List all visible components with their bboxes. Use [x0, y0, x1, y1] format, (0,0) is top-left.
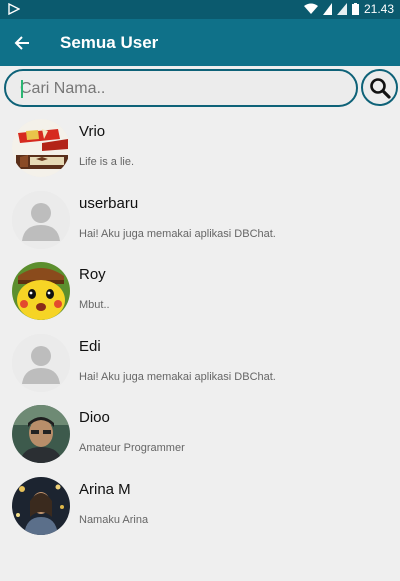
avatar: [12, 333, 70, 392]
avatar: [12, 119, 70, 177]
user-status: Mbut..: [79, 299, 110, 311]
status-time: 21.43: [363, 2, 394, 16]
sparkle-portrait-photo: [12, 476, 70, 535]
cell-signal-icon: [336, 3, 347, 15]
user-list: Vrio Life is a lie. userbaru Hai! Aku ju…: [0, 112, 400, 541]
wifi-icon: [303, 3, 318, 14]
avatar: [12, 190, 70, 249]
list-item[interactable]: Dioo Amateur Programmer: [0, 398, 400, 470]
user-status: Hai! Aku juga memakai aplikasi DBChat.: [79, 370, 276, 383]
user-name: Arina M: [79, 480, 131, 498]
chocolate-bar-photo: [12, 119, 70, 177]
arrow-left-icon: [14, 36, 29, 50]
list-item[interactable]: Edi Hai! Aku juga memakai aplikasi DBCha…: [0, 327, 400, 399]
person-portrait-photo: [12, 405, 70, 463]
list-item[interactable]: userbaru Hai! Aku juga memakai aplikasi …: [0, 184, 400, 256]
user-name: Dioo: [79, 409, 110, 426]
back-button[interactable]: [10, 31, 34, 55]
search-button[interactable]: [361, 69, 398, 106]
app-bar: Semua User: [0, 19, 400, 66]
no-sim-icon: [322, 3, 332, 15]
user-status: Amateur Programmer: [79, 442, 185, 454]
battery-icon: [351, 3, 359, 15]
avatar: [12, 405, 70, 463]
search-box[interactable]: [4, 69, 358, 107]
user-name: Edi: [79, 337, 101, 355]
avatar: [12, 476, 70, 535]
user-name: userbaru: [79, 194, 139, 212]
text-cursor: [21, 80, 23, 98]
user-silhouette-icon: [12, 333, 70, 392]
user-silhouette-icon: [12, 190, 70, 249]
pikachu-photo: [12, 262, 70, 320]
search-row: [0, 66, 400, 112]
user-status: Hai! Aku juga memakai aplikasi DBChat.: [79, 227, 276, 240]
page-title: Semua User: [60, 33, 159, 52]
search-icon: [369, 77, 391, 99]
user-status: Life is a lie.: [79, 156, 135, 168]
play-store-icon: [8, 3, 20, 15]
user-name: Vrio: [79, 123, 106, 140]
search-input[interactable]: [20, 77, 340, 101]
user-status: Namaku Arina: [79, 513, 149, 526]
avatar: [12, 262, 70, 320]
status-bar: 21.43: [0, 0, 400, 19]
list-item[interactable]: Arina M Namaku Arina: [0, 470, 400, 542]
list-item[interactable]: Vrio Life is a lie.: [0, 112, 400, 184]
user-name: Roy: [79, 266, 106, 283]
list-item[interactable]: Roy Mbut..: [0, 255, 400, 327]
